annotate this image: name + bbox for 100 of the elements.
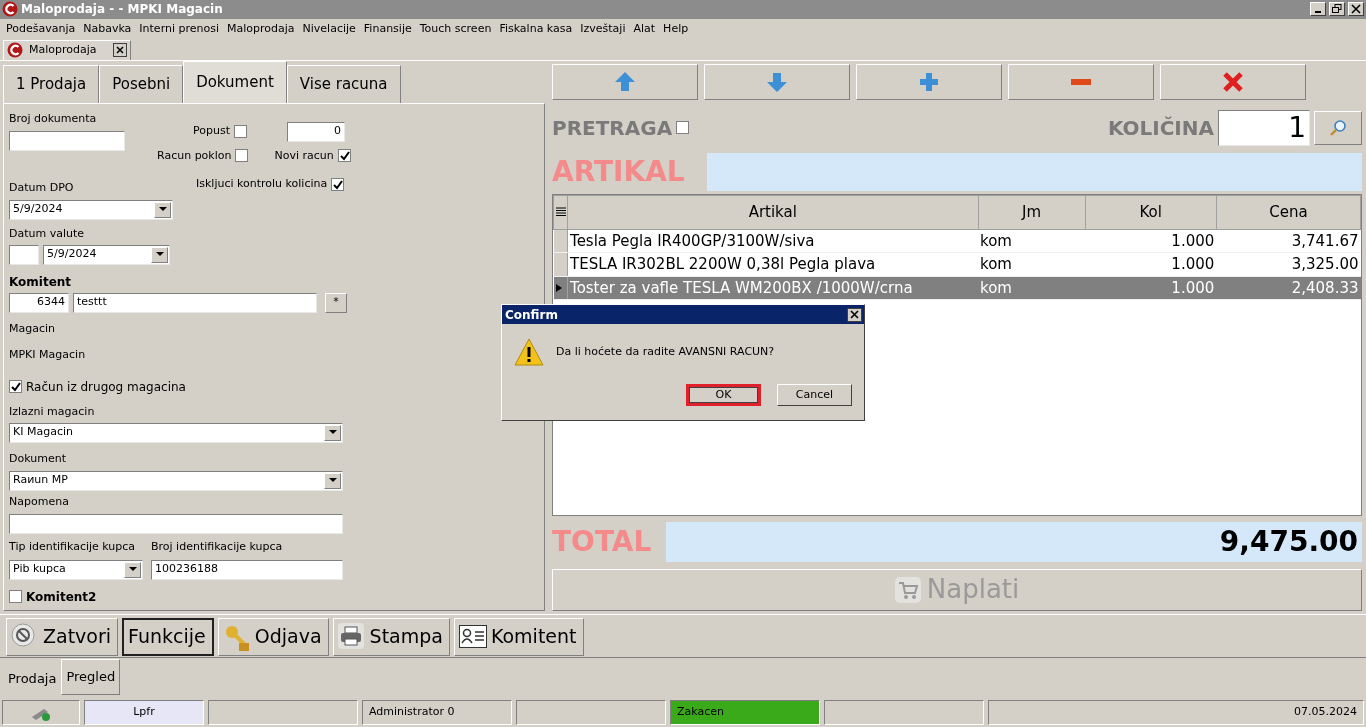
field-label: Napomena xyxy=(9,494,70,509)
input-field[interactable] xyxy=(9,513,343,534)
dropdown[interactable]: 5/9/2024 xyxy=(43,244,170,265)
table-cell: kom xyxy=(978,252,1086,276)
dialog-message: Da li hoćete da radite AVANSNI RACUN? xyxy=(556,343,775,360)
article-field[interactable] xyxy=(707,152,1362,191)
dropdown[interactable]: Pib kupca xyxy=(9,559,143,580)
warning-icon xyxy=(514,338,544,366)
grid-menu-button[interactable] xyxy=(553,195,568,229)
input-field[interactable]: 6344 xyxy=(9,292,69,313)
caret-icon xyxy=(328,478,337,483)
menu-item[interactable]: Maloprodaja xyxy=(223,20,299,38)
tab[interactable]: 1 Prodaja xyxy=(3,64,100,103)
menu-item[interactable]: Fiskalna kasa xyxy=(495,20,577,38)
total-label: TOTAL xyxy=(552,523,653,560)
checkbox[interactable] xyxy=(9,590,22,603)
checkbox[interactable] xyxy=(9,380,22,393)
tab[interactable]: Pregled xyxy=(61,659,121,695)
lookup-button[interactable]: * xyxy=(325,292,347,313)
field-label: Datum DPO xyxy=(9,180,75,195)
menu-item[interactable]: Finansije xyxy=(359,20,416,38)
menu-item[interactable]: Nabavka xyxy=(79,20,136,38)
table-cell: 3,741.67 xyxy=(1216,229,1361,253)
action-button[interactable]: Komitent xyxy=(453,617,584,656)
table-cell: kom xyxy=(978,276,1086,300)
quantity-field[interactable]: 1 xyxy=(1218,109,1310,146)
action-button[interactable]: Zatvori xyxy=(6,617,119,656)
tab[interactable]: Dokument xyxy=(183,60,287,103)
menu-item[interactable]: Touch screen xyxy=(415,20,496,38)
menu-item[interactable]: Help xyxy=(659,20,693,38)
checkbox[interactable] xyxy=(337,149,351,163)
dialog-title: Confirm xyxy=(505,306,558,324)
table-row[interactable]: Tesla Pegla IR400GP/3100W/siva kom 1.000 3,741.67 xyxy=(553,229,1361,253)
tab[interactable]: Prodaja xyxy=(3,659,62,699)
dialog-button[interactable]: Cancel xyxy=(777,384,852,406)
minus-icon xyxy=(1071,78,1091,85)
menu-item[interactable]: Podešavanja xyxy=(2,20,80,38)
table-row[interactable]: Toster za vafle TESLA WM200BX /1000W/crna kom 1.000 2,408.33 xyxy=(553,276,1361,300)
remove-button[interactable] xyxy=(1008,63,1154,100)
input-field[interactable] xyxy=(9,130,125,151)
field-label: Broj identifikacije kupca xyxy=(151,539,283,554)
move-up-button[interactable] xyxy=(552,63,698,100)
dropdown[interactable]: 5/9/2024 xyxy=(9,199,173,220)
table-cell: TESLA IR302BL 2200W 0,38l Pegla plava xyxy=(567,252,978,276)
caret-icon xyxy=(328,430,337,435)
action-button[interactable]: Odjava xyxy=(217,617,329,656)
action-button[interactable]: Stampa xyxy=(332,617,450,656)
row-pointer-icon xyxy=(555,284,562,292)
checkbox-label: Iskljuci kontrolu kolicina xyxy=(196,176,328,192)
table-cell: 1.000 xyxy=(1085,276,1217,300)
restore-button[interactable] xyxy=(1329,2,1345,17)
checkbox[interactable] xyxy=(331,177,345,191)
search-button[interactable] xyxy=(1314,110,1362,145)
menu-item[interactable]: Interni prenosi xyxy=(135,20,223,38)
close-button[interactable] xyxy=(847,307,862,322)
delete-button[interactable] xyxy=(1160,63,1306,100)
column-header[interactable]: Jm xyxy=(978,195,1086,229)
checkbox[interactable] xyxy=(676,121,690,134)
column-header[interactable]: Cena xyxy=(1216,195,1361,229)
caret-icon xyxy=(155,252,164,257)
plus-icon xyxy=(918,70,940,93)
field-label: Datum valute xyxy=(9,226,86,241)
checkbox[interactable] xyxy=(235,149,249,163)
down-arrow-icon xyxy=(766,70,788,93)
input-field[interactable]: 100236188 xyxy=(151,559,343,580)
dropdown[interactable]: KI Magacin xyxy=(9,422,343,443)
table-row[interactable]: TESLA IR302BL 2200W 0,38l Pegla plava kom 1.000 3,325.00 xyxy=(553,252,1361,276)
field-label: Tip identifikacije kupca xyxy=(9,539,137,554)
menu-item[interactable]: Alat xyxy=(629,20,660,38)
minimize-icon xyxy=(1315,11,1321,14)
menu-item[interactable]: Nivelacije xyxy=(298,20,360,38)
dialog-button[interactable]: OK xyxy=(686,384,761,406)
menu-item[interactable]: Izveštaji xyxy=(576,20,630,38)
checkbox[interactable] xyxy=(234,125,247,138)
column-header[interactable]: Kol xyxy=(1085,195,1217,229)
tab[interactable]: Vise racuna xyxy=(286,64,401,103)
action-button[interactable]: Funkcije xyxy=(122,617,214,656)
column-header[interactable]: Artikal xyxy=(567,195,978,229)
search-label: PRETRAGA xyxy=(552,114,673,142)
checkbox-label: Racun poklon xyxy=(157,147,232,164)
input-field[interactable]: testtt xyxy=(73,292,317,313)
table-cell: 1.000 xyxy=(1085,252,1217,276)
add-button[interactable] xyxy=(856,63,1002,100)
move-down-button[interactable] xyxy=(704,63,850,100)
field-label: Broj dokumenta xyxy=(9,111,98,126)
tab[interactable]: Posebni xyxy=(99,64,184,103)
field-label: Izlazni magacin xyxy=(9,404,96,419)
table-cell: Toster za vafle TESLA WM200BX /1000W/crna xyxy=(567,276,978,300)
input-field[interactable] xyxy=(9,244,39,265)
caret-icon xyxy=(158,207,167,212)
input-field[interactable]: 0 xyxy=(287,121,345,142)
table-cell: 3,325.00 xyxy=(1216,252,1361,276)
checkbox-label: Komitent2 xyxy=(26,588,97,606)
up-arrow-icon xyxy=(614,70,636,93)
cart-icon xyxy=(894,576,921,603)
quantity-label: KOLIČINA xyxy=(1107,114,1214,142)
table-cell: kom xyxy=(978,229,1086,253)
dropdown[interactable]: Raиun MP xyxy=(9,470,343,491)
minimize-button[interactable] xyxy=(1310,2,1326,17)
total-value: 9,475.00 xyxy=(666,521,1362,562)
